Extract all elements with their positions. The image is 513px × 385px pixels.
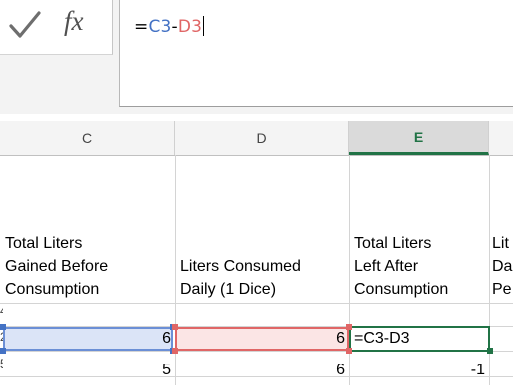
cell-d2[interactable]: Liters Consumed Daily (1 Dice)	[180, 255, 301, 301]
formula-text: =C3-D3	[134, 16, 205, 37]
cell-d2-line: Daily (1 Dice)	[180, 281, 277, 298]
cell-d3[interactable]: 6	[180, 330, 345, 348]
column-header-row: C D E	[0, 121, 513, 156]
cell-c2[interactable]: Total Liters Gained Before Consumption	[5, 232, 108, 301]
row-header[interactable]: 4	[0, 304, 3, 324]
check-icon[interactable]	[8, 10, 42, 40]
cell-f2-line: Da	[492, 258, 513, 275]
formula-ref-c3: C3	[148, 17, 172, 37]
formula-input[interactable]: =C3-D3	[119, 0, 513, 107]
cell-c2-line: Consumption	[5, 281, 100, 298]
grid-line	[0, 303, 513, 304]
resize-handle[interactable]	[172, 324, 178, 330]
cell-f2-line: Lit	[492, 235, 509, 252]
resize-handle[interactable]	[346, 324, 352, 330]
cell-f2[interactable]: Lit Da Pe	[492, 232, 513, 301]
row-4-clip: 5 6 -1	[0, 364, 513, 385]
cell-f2-line: Pe	[492, 281, 512, 298]
resize-handle[interactable]	[0, 348, 6, 354]
column-header-e[interactable]: E	[349, 121, 489, 155]
resize-handle[interactable]	[0, 324, 6, 330]
formula-equals: =	[134, 17, 149, 37]
cell-e3-formula: =C3-D3	[354, 330, 410, 347]
formula-ref-d3: D3	[177, 17, 203, 37]
cell-c4[interactable]: 5	[8, 364, 171, 379]
name-box-area: fx	[0, 0, 113, 55]
cell-e2-line: Left After	[354, 258, 419, 275]
cell-e2-line: Total Liters	[354, 235, 432, 252]
cell-d2-line: Liters Consumed	[180, 258, 301, 275]
insert-function-icon[interactable]: fx	[64, 6, 84, 37]
text-caret	[203, 16, 205, 36]
fill-handle[interactable]	[487, 348, 493, 354]
cell-e4[interactable]: -1	[354, 364, 485, 379]
cell-c2-line: Total Liters	[5, 235, 83, 252]
resize-handle[interactable]	[346, 348, 352, 354]
cell-c2-line: Gained Before	[5, 258, 109, 275]
column-header-d[interactable]: D	[175, 121, 349, 155]
cell-e2[interactable]: Total Liters Left After Consumption	[354, 232, 448, 301]
column-header-f[interactable]	[489, 121, 513, 155]
cell-e2-line: Consumption	[354, 281, 449, 298]
resize-handle[interactable]	[172, 348, 178, 354]
cell-c3[interactable]: 6	[8, 330, 171, 348]
cell-d4[interactable]: 6	[180, 364, 345, 379]
column-header-c[interactable]: C	[0, 121, 175, 155]
